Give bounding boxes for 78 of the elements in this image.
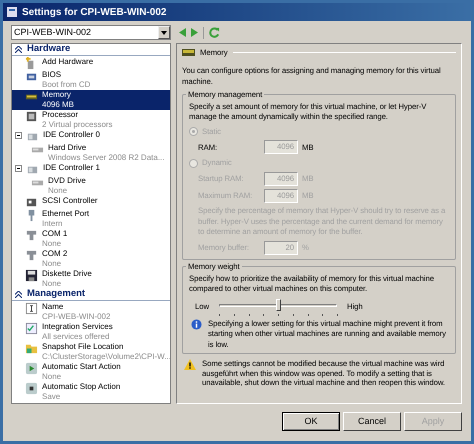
item-label: BIOS: [42, 70, 62, 80]
tree-item[interactable]: Processor 2 Virtual processors: [12, 110, 170, 130]
warning-icon: [184, 359, 196, 370]
item-detail: None: [48, 186, 68, 196]
tree-item[interactable]: Memory 4096 MB: [12, 90, 170, 110]
item-label: Add Hardware: [42, 57, 94, 67]
tree-item[interactable]: Integration Services All services offered: [12, 322, 170, 342]
forward-arrow-icon[interactable]: [191, 28, 198, 37]
tree-item[interactable]: Hard Drive Windows Server 2008 R2 Data...: [12, 143, 170, 163]
checklist-icon: [25, 322, 38, 335]
slider-thumb[interactable]: [276, 298, 282, 311]
item-detail: 4096 MB: [42, 100, 74, 110]
back-arrow-icon[interactable]: [179, 28, 186, 37]
section-header[interactable]: Management: [12, 289, 170, 301]
tree-item[interactable]: IDE Controller 0: [12, 130, 170, 143]
floppy-icon: [25, 269, 38, 282]
item-detail: Save: [42, 392, 62, 402]
plug-icon: [25, 249, 38, 262]
item-label: Ethernet Port: [42, 209, 90, 219]
tree-item[interactable]: Name CPI-WEB-WIN-002: [12, 302, 170, 322]
item-label: COM 1: [42, 229, 68, 239]
tree-item[interactable]: SCSI Controller: [12, 196, 170, 209]
item-label: Memory: [42, 90, 72, 100]
item-detail: Windows Server 2008 R2 Data...: [48, 153, 164, 163]
memory-icon: [182, 49, 195, 56]
refresh-icon[interactable]: [209, 27, 220, 38]
tree-item[interactable]: Snapshot File Location C:\ClusterStorage\Volume2\CPI-W...: [12, 342, 170, 362]
item-label: Hard Drive: [48, 143, 88, 153]
item-label: SCSI Controller: [42, 196, 98, 206]
chip-icon: [25, 196, 38, 209]
processor-icon: [25, 110, 38, 123]
vm-dropdown[interactable]: CPI-WEB-WIN-002: [11, 25, 171, 40]
item-label: Snapshot File Location: [42, 342, 124, 352]
tree-item[interactable]: Automatic Start Action None: [12, 362, 170, 382]
dialog-button[interactable]: OK: [282, 412, 340, 431]
item-detail: None: [42, 259, 62, 269]
plug-icon: [25, 229, 38, 242]
window-title: Settings for CPI-WEB-WIN-002: [22, 6, 166, 20]
item-label: Integration Services: [42, 322, 113, 332]
item-detail: All services offered: [42, 332, 110, 342]
item-label: IDE Controller 0: [43, 130, 100, 140]
collapse-toggle-icon[interactable]: [15, 132, 22, 139]
item-label: IDE Controller 1: [43, 163, 100, 173]
folder-icon: [25, 342, 38, 355]
tree-item[interactable]: DVD Drive None: [12, 176, 170, 196]
collapse-chevron-icon: [15, 291, 22, 298]
tree-item[interactable]: BIOS Boot from CD: [12, 70, 170, 90]
tree-item[interactable]: COM 2 None: [12, 249, 170, 269]
info-icon: [191, 318, 202, 330]
item-detail: Boot from CD: [42, 80, 90, 90]
item-detail: 2 Virtual processors: [42, 120, 113, 130]
item-detail: None: [42, 239, 62, 249]
item-detail: None: [42, 372, 62, 382]
section-header[interactable]: Hardware: [12, 44, 170, 56]
window-icon: [6, 6, 18, 18]
play-icon: [25, 362, 38, 375]
name-icon: [25, 302, 38, 315]
collapse-toggle-icon[interactable]: [15, 165, 22, 172]
item-label: COM 2: [42, 249, 68, 259]
tree-item[interactable]: Automatic Stop Action Save: [12, 382, 170, 402]
tree-item[interactable]: Ethernet Port Intern: [12, 209, 170, 229]
item-label: Processor: [42, 110, 80, 120]
stop-icon: [25, 382, 38, 395]
tree-item[interactable]: Diskette Drive None: [12, 269, 170, 289]
item-label: Diskette Drive: [42, 269, 92, 279]
item-label: DVD Drive: [48, 176, 86, 186]
collapse-chevron-icon: [15, 46, 22, 53]
dialog-button[interactable]: Cancel: [343, 412, 401, 431]
item-detail: None: [42, 279, 62, 289]
item-detail: C:\ClusterStorage\Volume2\CPI-W...: [42, 352, 170, 362]
tree-item[interactable]: COM 1 None: [12, 229, 170, 249]
item-detail: CPI-WEB-WIN-002: [42, 312, 110, 322]
item-label: Automatic Start Action: [42, 362, 121, 372]
tree-item[interactable]: IDE Controller 1: [12, 163, 170, 176]
item-label: Automatic Stop Action: [42, 382, 120, 392]
item-detail: Intern: [42, 219, 64, 229]
item-label: Name: [42, 302, 64, 312]
tree-item[interactable]: Add Hardware: [12, 57, 170, 70]
